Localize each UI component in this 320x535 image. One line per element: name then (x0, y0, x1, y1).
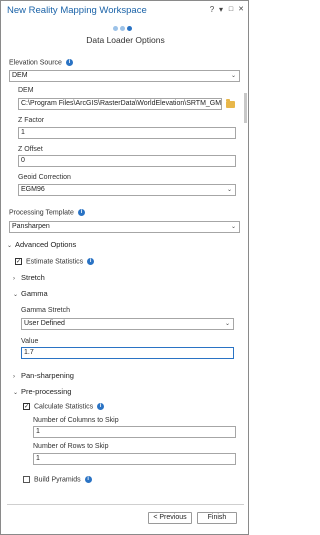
elevation-source-value: DEM (12, 72, 28, 79)
geoid-correction-value: EGM96 (21, 186, 45, 193)
step-dot-2 (120, 26, 125, 31)
elevation-source-dropdown[interactable]: DEM ⌄ (9, 70, 240, 82)
finish-button[interactable]: Finish (197, 512, 237, 524)
caret-right-icon: › (13, 276, 15, 282)
step-dot-1 (113, 26, 118, 31)
caret-down-icon: ⌄ (7, 243, 13, 249)
advanced-options-expander[interactable]: ⌄ Advanced Options (7, 240, 76, 249)
chevron-down-icon: ⌄ (226, 187, 232, 193)
step-dot-3 (127, 26, 132, 31)
dem-path-input[interactable]: C:\Program Files\ArcGIS\RasterData\World… (18, 98, 222, 110)
estimate-statistics-label: Estimate Statistics (26, 258, 84, 266)
stretch-label: Stretch (21, 273, 45, 282)
pan-sharpening-label: Pan-sharpening (21, 371, 74, 380)
estimate-statistics-checkbox[interactable]: ✓ (15, 258, 22, 265)
columns-skip-input[interactable]: 1 (33, 426, 236, 438)
info-icon[interactable]: i (87, 258, 95, 265)
calculate-statistics-label: Calculate Statistics (34, 403, 94, 411)
pan-sharpening-expander[interactable]: › Pan-sharpening (13, 371, 74, 380)
caret-right-icon: › (13, 374, 15, 380)
z-offset-input[interactable]: 0 (18, 155, 236, 167)
dem-label: DEM (18, 87, 34, 94)
gamma-expander[interactable]: ⌄ Gamma (13, 289, 48, 298)
rows-skip-label: Number of Rows to Skip (33, 443, 109, 450)
build-pyramids-checkbox[interactable] (23, 476, 30, 483)
menu-chevron-icon[interactable]: ▾ (217, 5, 225, 15)
checkmark-icon: ✓ (24, 404, 30, 410)
info-icon[interactable]: i (77, 209, 85, 216)
pane-title: New Reality Mapping Workspace (7, 5, 147, 16)
elevation-source-label: Elevation Source i (9, 59, 73, 66)
value-label: Value (21, 338, 39, 345)
gamma-stretch-label: Gamma Stretch (21, 307, 71, 314)
processing-template-dropdown[interactable]: Pansharpen ⌄ (9, 221, 240, 233)
columns-skip-label: Number of Columns to Skip (33, 417, 119, 424)
checkmark-icon: ✓ (16, 259, 22, 265)
z-offset-label: Z Offset (18, 146, 43, 153)
pre-processing-label: Pre-processing (21, 387, 72, 396)
caret-down-icon: ⌄ (13, 390, 19, 396)
chevron-down-icon: ⌄ (230, 73, 236, 79)
gamma-value-input[interactable]: 1.7 (21, 347, 234, 359)
gamma-stretch-value: User Defined (24, 320, 65, 327)
gamma-label: Gamma (21, 289, 48, 298)
info-icon[interactable]: i (65, 59, 73, 66)
help-icon[interactable]: ? (208, 5, 216, 15)
advanced-options-label: Advanced Options (15, 240, 77, 249)
build-pyramids-label: Build Pyramids (34, 476, 81, 484)
chevron-down-icon: ⌄ (230, 224, 236, 230)
info-icon[interactable]: i (84, 476, 92, 483)
caret-down-icon: ⌄ (13, 292, 19, 298)
processing-template-label: Processing Template i (9, 209, 85, 216)
footer-divider (7, 504, 244, 505)
restore-icon[interactable]: □ (227, 5, 235, 15)
stretch-expander[interactable]: › Stretch (13, 273, 45, 282)
pane-frame: New Reality Mapping Workspace ? ▾ □ ✕ Da… (0, 0, 249, 535)
processing-template-text: Processing Template (9, 209, 74, 217)
build-pyramids-row: Build Pyramids i (34, 476, 92, 483)
elevation-source-text: Elevation Source (9, 59, 62, 67)
step-indicator (113, 26, 134, 32)
rows-skip-input[interactable]: 1 (33, 453, 236, 465)
pre-processing-expander[interactable]: ⌄ Pre-processing (13, 387, 71, 396)
vertical-scrollbar[interactable] (244, 93, 247, 123)
estimate-statistics-row: Estimate Statistics i (26, 258, 95, 266)
page-subtitle: Data Loader Options (86, 35, 165, 45)
processing-template-value: Pansharpen (12, 223, 50, 230)
geoid-correction-label: Geoid Correction (18, 174, 71, 181)
z-factor-label: Z Factor (18, 117, 45, 124)
calculate-statistics-checkbox[interactable]: ✓ (23, 403, 30, 410)
gamma-stretch-dropdown[interactable]: User Defined ⌄ (21, 318, 234, 330)
calculate-statistics-row: Calculate Statistics i (34, 403, 105, 411)
chevron-down-icon: ⌄ (224, 321, 230, 327)
info-icon[interactable]: i (97, 403, 105, 410)
z-factor-input[interactable]: 1 (18, 127, 236, 139)
folder-icon[interactable] (226, 99, 235, 108)
geoid-correction-dropdown[interactable]: EGM96 ⌄ (18, 184, 236, 196)
close-icon[interactable]: ✕ (237, 5, 245, 15)
previous-button[interactable]: < Previous (148, 512, 192, 524)
